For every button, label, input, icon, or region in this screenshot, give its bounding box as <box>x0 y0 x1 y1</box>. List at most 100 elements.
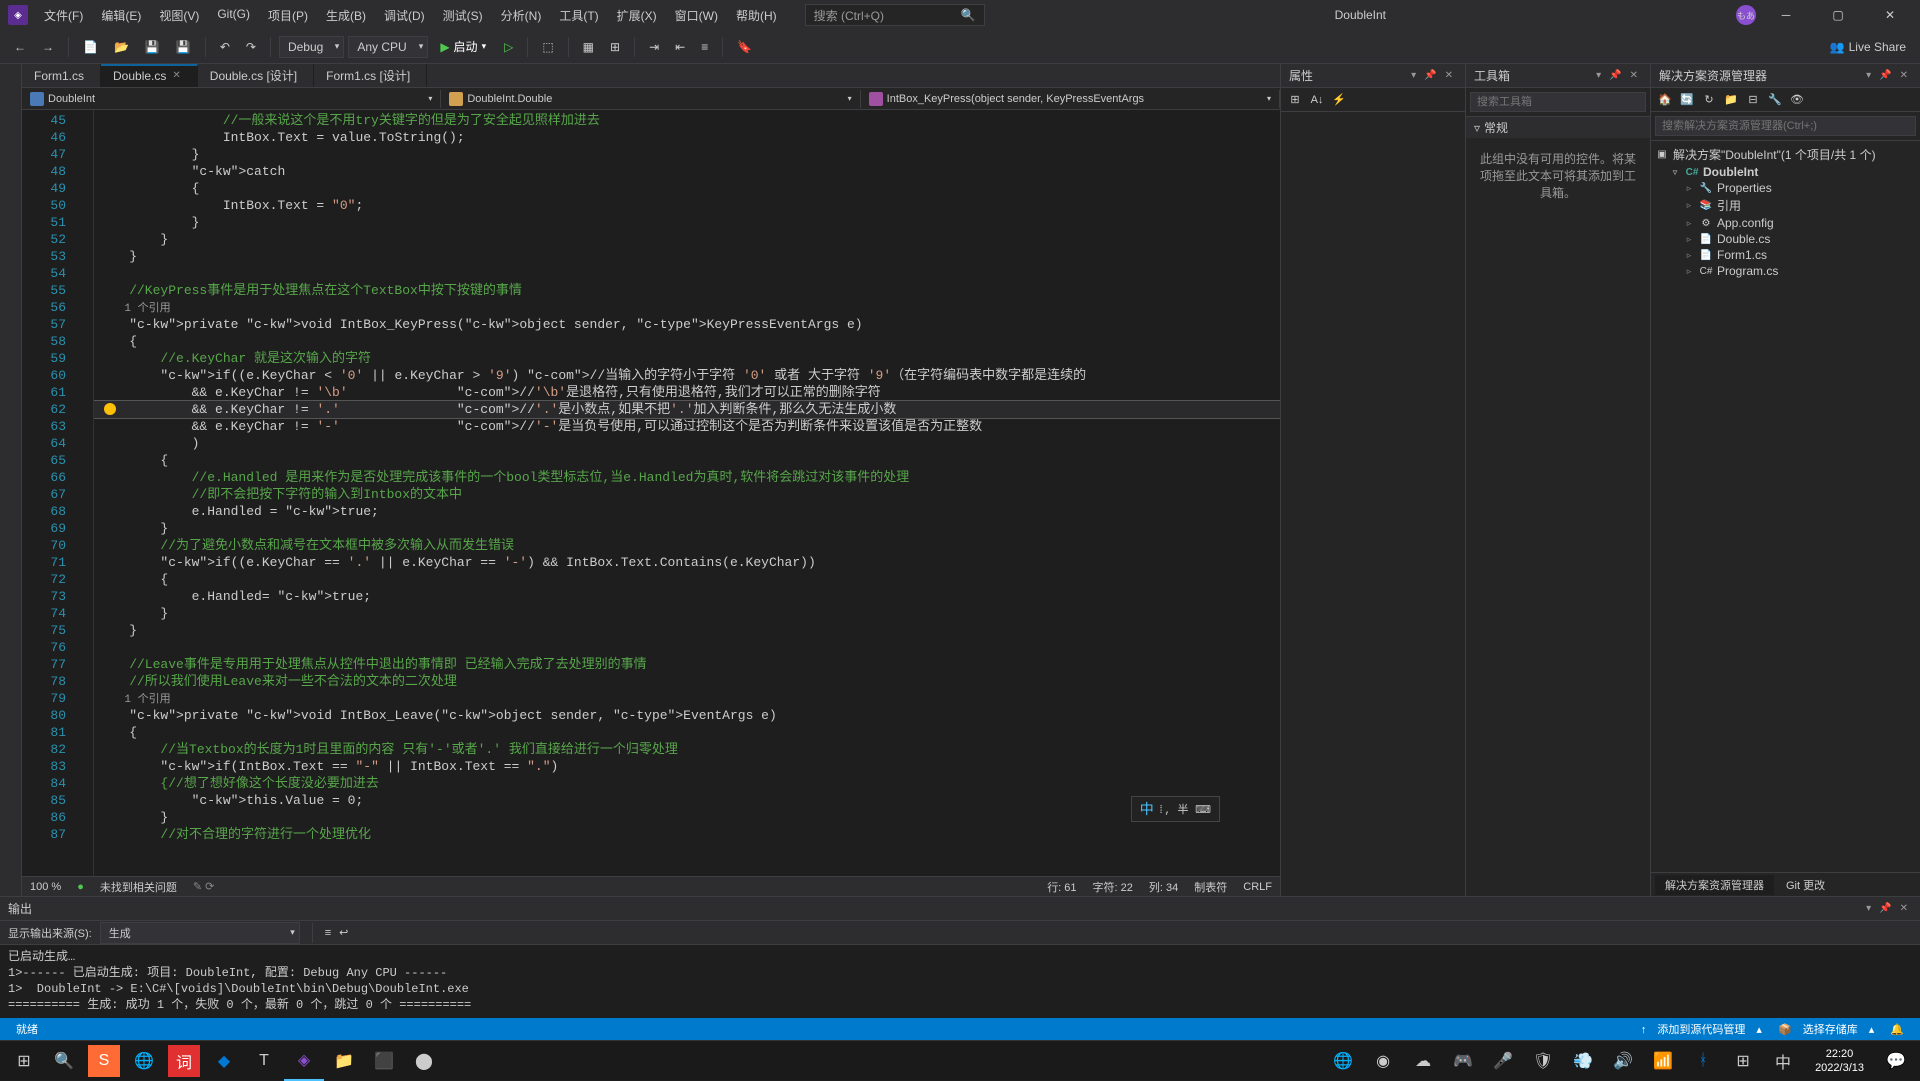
redo-icon[interactable]: ↷ <box>240 36 262 58</box>
tree-item[interactable]: ▹📄Double.cs <box>1651 231 1920 247</box>
tray-icon[interactable]: 💨 <box>1563 1041 1603 1081</box>
tree-item[interactable]: ▹📚引用 <box>1651 196 1920 215</box>
tray-icon[interactable]: ⊞ <box>1723 1041 1763 1081</box>
preview-icon[interactable]: 👁 <box>1787 90 1807 110</box>
panel-pin-icon[interactable]: 📌 <box>1875 68 1895 83</box>
explorer-icon[interactable]: 📁 <box>324 1041 364 1081</box>
layout-icon[interactable]: ⊞ <box>604 36 626 58</box>
step2-icon[interactable]: ⇤ <box>669 36 691 58</box>
properties-icon[interactable]: 🔧 <box>1765 90 1785 110</box>
new-icon[interactable]: 📄 <box>77 36 104 58</box>
config-dropdown[interactable]: Debug <box>279 36 344 58</box>
live-share-button[interactable]: 👥Live Share <box>1824 36 1912 58</box>
app-icon[interactable]: 词 <box>168 1045 200 1077</box>
tray-icon[interactable]: ◉ <box>1363 1041 1403 1081</box>
tray-icon[interactable]: 🎮 <box>1443 1041 1483 1081</box>
document-tab[interactable]: Form1.cs <box>22 64 101 87</box>
app-icon[interactable]: S <box>88 1045 120 1077</box>
open-icon[interactable]: 📂 <box>108 36 135 58</box>
menu-item[interactable]: 帮助(H) <box>728 3 785 28</box>
line-ending[interactable]: CRLF <box>1243 881 1272 893</box>
bookmark-icon[interactable]: 🔖 <box>731 36 758 58</box>
output-wrap-icon[interactable]: ↩ <box>339 926 348 939</box>
panel-pin-icon[interactable]: 📌 <box>1605 68 1625 83</box>
panel-close-icon[interactable]: ✕ <box>1896 68 1912 83</box>
search-icon[interactable]: 🔍 <box>44 1041 84 1081</box>
save-all-icon[interactable]: 💾 <box>170 36 197 58</box>
home-icon[interactable]: 🏠 <box>1655 90 1675 110</box>
app-icon[interactable]: T <box>244 1041 284 1081</box>
menu-item[interactable]: 分析(N) <box>493 3 550 28</box>
menu-item[interactable]: 生成(B) <box>318 3 374 28</box>
menu-item[interactable]: 文件(F) <box>36 3 91 28</box>
panel-close-icon[interactable]: ✕ <box>1626 68 1642 83</box>
tool-icon[interactable]: ⬚ <box>536 36 559 58</box>
menu-item[interactable]: Git(G) <box>209 3 258 28</box>
toolbox-search[interactable] <box>1470 92 1646 112</box>
nav-back-icon[interactable]: ← <box>8 36 32 58</box>
vs-icon[interactable]: ◈ <box>284 1041 324 1081</box>
tree-item[interactable]: ▹📄Form1.cs <box>1651 247 1920 263</box>
right-tab-git[interactable]: Git 更改 <box>1776 875 1835 895</box>
tray-icon[interactable]: 🔊 <box>1603 1041 1643 1081</box>
save-icon[interactable]: 💾 <box>139 36 166 58</box>
panel-dropdown-icon[interactable]: ▾ <box>1862 901 1875 916</box>
menu-item[interactable]: 项目(P) <box>260 3 316 28</box>
taskbar-clock[interactable]: 22:202022/3/13 <box>1803 1047 1876 1075</box>
prop-events-icon[interactable]: ⚡ <box>1329 90 1349 110</box>
chevron-right-icon[interactable]: ▹ <box>1683 183 1695 194</box>
menu-item[interactable]: 窗口(W) <box>667 3 726 28</box>
bluetooth-icon[interactable]: ᚼ <box>1683 1041 1723 1081</box>
grid-icon[interactable]: ▦ <box>577 36 600 58</box>
user-avatar[interactable]: もあ <box>1736 5 1756 25</box>
chevron-right-icon[interactable]: ▹ <box>1683 200 1695 211</box>
minimize-button[interactable]: ─ <box>1764 0 1808 30</box>
indent-mode[interactable]: 制表符 <box>1194 879 1227 895</box>
status-repo[interactable]: 📦 选择存储库 ▴ <box>1770 1021 1882 1037</box>
nav-scope[interactable]: DoubleInt <box>22 90 441 108</box>
vscode-icon[interactable]: ◆ <box>204 1041 244 1081</box>
document-tab[interactable]: Double.cs [设计] <box>198 64 314 87</box>
prop-az-icon[interactable]: A↓ <box>1307 90 1327 110</box>
obs-icon[interactable]: ⬤ <box>404 1041 444 1081</box>
tree-item[interactable]: ▹🔧Properties <box>1651 180 1920 196</box>
tray-icon[interactable]: 🌐 <box>1323 1041 1363 1081</box>
prop-cat-icon[interactable]: ⊞ <box>1285 90 1305 110</box>
tree-item[interactable]: ▹C#Program.cs <box>1651 263 1920 279</box>
toolbox-category[interactable]: ▿常规 <box>1466 117 1650 138</box>
tray-icon[interactable]: 🛡 <box>1523 1041 1563 1081</box>
chevron-down-icon[interactable]: ▿ <box>1669 167 1681 178</box>
project-node[interactable]: ▿C#DoubleInt <box>1651 164 1920 180</box>
right-tab-solution[interactable]: 解决方案资源管理器 <box>1655 875 1774 895</box>
app-icon[interactable]: ⬛ <box>364 1041 404 1081</box>
tray-icon[interactable]: ☁ <box>1403 1041 1443 1081</box>
collapse-icon[interactable]: ⊟ <box>1743 90 1763 110</box>
tab-close-icon[interactable]: ✕ <box>172 70 180 81</box>
fold-gutter[interactable] <box>78 110 94 876</box>
tray-icon[interactable]: 🎤 <box>1483 1041 1523 1081</box>
panel-dropdown-icon[interactable]: ▾ <box>1862 68 1875 83</box>
close-button[interactable]: ✕ <box>1868 0 1912 30</box>
step-icon[interactable]: ⇥ <box>643 36 665 58</box>
panel-close-icon[interactable]: ✕ <box>1441 68 1457 83</box>
chevron-right-icon[interactable]: ▹ <box>1683 250 1695 261</box>
chevron-right-icon[interactable]: ▹ <box>1683 218 1695 229</box>
nav-class[interactable]: DoubleInt.Double <box>441 90 860 108</box>
status-source-control[interactable]: ↑ 添加到源代码管理 ▴ <box>1633 1021 1770 1037</box>
panel-close-icon[interactable]: ✕ <box>1896 901 1912 916</box>
show-all-icon[interactable]: 📁 <box>1721 90 1741 110</box>
start-icon[interactable]: ⊞ <box>4 1041 44 1081</box>
nav-member[interactable]: IntBox_KeyPress(object sender, KeyPressE… <box>861 90 1280 108</box>
menu-item[interactable]: 编辑(E) <box>93 3 149 28</box>
menu-item[interactable]: 扩展(X) <box>609 3 665 28</box>
code-editor[interactable]: //一般来说这个是不用try关键字的但是为了安全起见照样加进去 IntBox.T… <box>94 110 1280 876</box>
menu-item[interactable]: 工具(T) <box>551 3 606 28</box>
solution-search[interactable] <box>1655 116 1916 136</box>
edge-icon[interactable]: 🌐 <box>124 1041 164 1081</box>
solution-root[interactable]: ▣解决方案"DoubleInt"(1 个项目/共 1 个) <box>1651 145 1920 164</box>
tray-icon[interactable]: 📶 <box>1643 1041 1683 1081</box>
document-tab[interactable]: Form1.cs [设计] <box>314 64 427 87</box>
notifications-icon[interactable]: 💬 <box>1876 1041 1916 1081</box>
start-no-debug-icon[interactable]: ▷ <box>498 36 519 58</box>
maximize-button[interactable]: ▢ <box>1816 0 1860 30</box>
